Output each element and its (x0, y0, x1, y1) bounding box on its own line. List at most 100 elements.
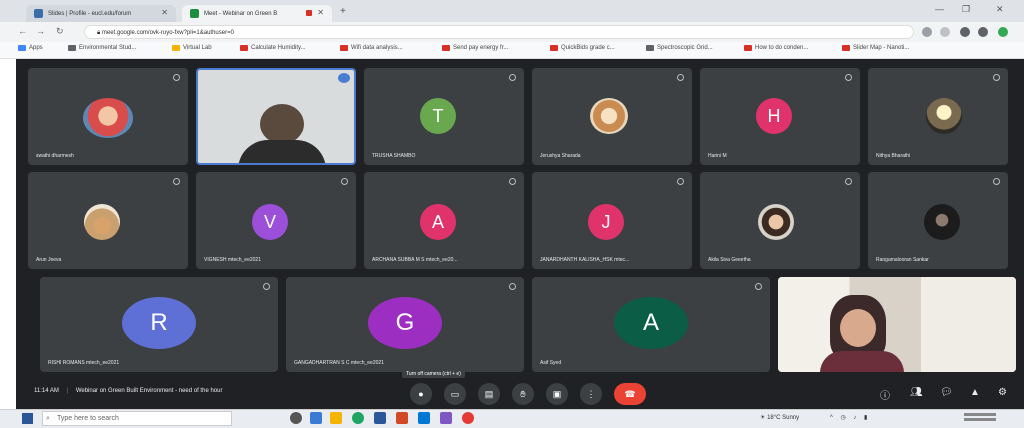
clock[interactable] (960, 411, 1000, 423)
extensions-puzzle-icon[interactable] (978, 27, 988, 37)
participant-tile[interactable]: T TRUSHA SHAMBO (364, 68, 524, 165)
url-text: meet.google.com/ovk-ruyo-fxw?pli=1&authu… (101, 30, 234, 36)
bookmark[interactable]: Virtual Lab (172, 45, 212, 51)
close-icon[interactable]: ✕ (317, 8, 324, 17)
lock-icon: 🔒︎ (97, 30, 101, 36)
pin-icon[interactable] (341, 178, 348, 185)
participant-tile[interactable]: Akila Siva Geeetha (700, 172, 860, 269)
participant-tile[interactable]: V VIGNESH mtech_ee2021 (196, 172, 356, 269)
powerpoint-icon[interactable] (396, 412, 408, 424)
people-icon[interactable]: 👥︎ (910, 387, 923, 398)
participant-tile[interactable]: H Harini M (700, 68, 860, 165)
apps-icon (18, 45, 26, 51)
info-icon[interactable]: ⓘ (880, 387, 890, 402)
maximize-icon[interactable]: ❐ (962, 4, 970, 15)
participant-video-tile[interactable] (196, 68, 356, 165)
more-options-button[interactable]: ⋮ (580, 383, 602, 405)
participant-tile[interactable]: J JANARDHANTH KALISHA_HSK mtec... (532, 172, 692, 269)
pin-icon[interactable] (263, 283, 270, 290)
app-icon[interactable] (310, 412, 322, 424)
chrome-icon[interactable] (352, 412, 364, 424)
participant-tile[interactable]: Rangamalooran Sankar (868, 172, 1008, 269)
participant-tile[interactable]: Arun Jeeva (28, 172, 188, 269)
participant-video (260, 104, 304, 144)
participant-photo (590, 98, 628, 134)
profile-avatar[interactable] (998, 27, 1008, 37)
search-icon: ⌕ (46, 415, 50, 422)
bookmark[interactable]: Wifi data analysis... (340, 45, 403, 51)
participant-tile[interactable]: swathi dharmesh (28, 68, 188, 165)
bookmark[interactable]: Environmental Stud... (68, 45, 136, 51)
self-video-tile[interactable] (778, 277, 1016, 372)
file-explorer-icon[interactable] (330, 412, 342, 424)
microphone-button[interactable]: ● (410, 383, 432, 405)
participant-avatar: J (588, 204, 624, 240)
system-tray-icons[interactable]: ^ ◷ ♪ ▮ (830, 414, 870, 421)
task-view-icon[interactable] (290, 412, 302, 424)
bookmark[interactable]: Slider Map - Nanoti... (842, 45, 909, 51)
pin-icon[interactable] (845, 74, 852, 81)
participant-tile[interactable]: A ARCHANA SUBBA M S mtech_ee20... (364, 172, 524, 269)
pin-icon[interactable] (677, 178, 684, 185)
bookmark-icon (172, 45, 180, 51)
clock-date (964, 418, 996, 421)
pin-icon[interactable] (993, 74, 1000, 81)
activities-icon[interactable]: ▲ (970, 387, 980, 398)
bookmark[interactable]: Spectroscopic Grid... (646, 45, 713, 51)
recording-icon (306, 10, 312, 16)
browser-tab-active[interactable]: Meet - Webinar on Green B ✕ (182, 5, 332, 22)
pin-icon[interactable] (173, 178, 180, 185)
url-field[interactable]: 🔒︎ meet.google.com/ovk-ruyo-fxw?pli=1&au… (84, 25, 914, 39)
participant-tile[interactable]: Nithya Bharathi (868, 68, 1008, 165)
microphone-icon: ● (418, 389, 424, 399)
app-icon[interactable] (462, 412, 474, 424)
chat-icon[interactable]: 💬︎ (940, 387, 953, 398)
app-icon[interactable] (440, 412, 452, 424)
participant-photo (924, 204, 960, 240)
tab-label: Meet - Webinar on Green B (204, 10, 278, 17)
bookmark[interactable]: Send pay energy fr... (442, 45, 508, 51)
close-icon[interactable]: ✕ (161, 8, 168, 17)
hang-up-icon: ☎︎ (624, 388, 636, 399)
participant-tile[interactable]: G GANGADHARTRAN S C mtech_ee2021 (286, 277, 524, 372)
pin-icon[interactable] (509, 74, 516, 81)
reload-icon[interactable]: ↻ (56, 26, 64, 37)
extension-icon[interactable] (940, 27, 950, 37)
new-tab-icon[interactable]: + (340, 6, 346, 17)
present-button[interactable]: ▣ (546, 383, 568, 405)
participant-name: TRUSHA SHAMBO (372, 153, 416, 159)
browser-tab[interactable]: Slides | Profile - eucl.edu/forum ✕ (26, 5, 176, 22)
pin-icon[interactable] (677, 74, 684, 81)
captions-button[interactable]: ▤ (478, 383, 500, 405)
leave-call-button[interactable]: ☎︎ (614, 383, 646, 405)
forward-icon[interactable]: → (36, 26, 45, 36)
start-icon[interactable] (22, 413, 33, 424)
pin-icon[interactable] (509, 178, 516, 185)
pin-icon[interactable] (993, 178, 1000, 185)
host-controls-icon[interactable]: ⚙︎ (998, 387, 1007, 398)
bookmark-apps[interactable]: Apps (18, 45, 43, 51)
pin-icon[interactable] (173, 74, 180, 81)
bookmark[interactable]: How to do conden... (744, 45, 808, 51)
participant-name: ARCHANA SUBBA M S mtech_ee20... (372, 257, 458, 263)
participant-tile[interactable]: A Asif Syed (532, 277, 770, 372)
taskbar-search-field[interactable]: ⌕ Type here to search (42, 411, 232, 426)
participant-tile[interactable]: Jerushya Sharada (532, 68, 692, 165)
pin-icon[interactable] (509, 283, 516, 290)
edge-icon[interactable] (418, 412, 430, 424)
bookmark[interactable]: Calculate Humidity... (240, 45, 306, 51)
extension-icon[interactable] (960, 27, 970, 37)
minimize-icon[interactable]: — (935, 4, 944, 14)
back-icon[interactable]: ← (18, 26, 27, 36)
bookmark[interactable]: QuickBids grade c... (550, 45, 615, 51)
pin-icon[interactable] (845, 178, 852, 185)
participant-tile[interactable]: R RISHI ROMANS mtech_ee2021 (40, 277, 278, 372)
participant-name: GANGADHARTRAN S C mtech_ee2021 (294, 360, 384, 366)
camera-button[interactable]: ▭ (444, 383, 466, 405)
word-icon[interactable] (374, 412, 386, 424)
raise-hand-button[interactable]: ✋︎ (512, 383, 534, 405)
pin-icon[interactable] (755, 283, 762, 290)
extension-icon[interactable] (922, 27, 932, 37)
close-window-icon[interactable]: ✕ (996, 4, 1004, 15)
weather-widget[interactable]: ☀︎ 18°C Sunny (760, 414, 799, 421)
